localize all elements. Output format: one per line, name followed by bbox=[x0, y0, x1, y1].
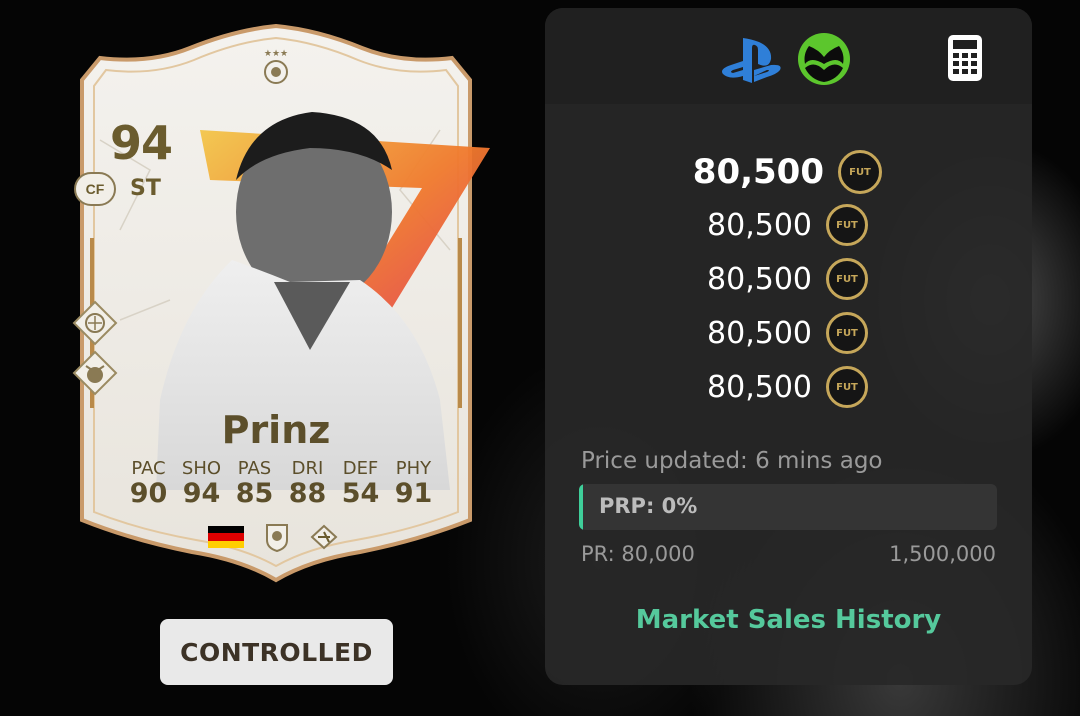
price-row: 80,500 FUT bbox=[707, 204, 868, 246]
prp-progress-bar: PRP: 0% bbox=[579, 484, 997, 530]
stat-label: PHY bbox=[395, 458, 432, 479]
stat-label: PAS bbox=[237, 458, 272, 479]
price-row: 80,500 FUT bbox=[707, 258, 868, 300]
price-updated-text: Price updated: 6 mins ago bbox=[581, 448, 883, 474]
player-card[interactable]: ★★★ 94 CF ST Prinz PAC 90 SHO 94 PAS 85 … bbox=[60, 20, 492, 586]
league-icon bbox=[266, 524, 288, 552]
stat-label: PAC bbox=[131, 458, 166, 479]
prp-label: PRP: 0% bbox=[599, 494, 698, 518]
stat-label: SHO bbox=[181, 458, 222, 479]
germany-flag-icon bbox=[208, 526, 244, 548]
flag-stripe bbox=[208, 526, 244, 534]
market-sales-history-link[interactable]: Market Sales History bbox=[545, 605, 1032, 635]
fut-coin-icon: FUT bbox=[826, 312, 868, 354]
fut-coin-icon: FUT bbox=[826, 258, 868, 300]
stat-sho: SHO 94 bbox=[175, 458, 228, 509]
stat-pas: PAS 85 bbox=[228, 458, 281, 509]
svg-text:★★★: ★★★ bbox=[264, 49, 288, 59]
xbox-icon[interactable] bbox=[797, 32, 851, 86]
player-rating: 94 bbox=[110, 116, 173, 170]
stat-value: 88 bbox=[288, 478, 327, 509]
prp-fill bbox=[579, 484, 584, 530]
price-amount: 80,500 bbox=[707, 369, 812, 405]
flag-stripe bbox=[208, 540, 244, 548]
price-row: 80,500 FUT bbox=[707, 312, 868, 354]
fut-coin-icon: FUT bbox=[826, 366, 868, 408]
fut-coin-icon: FUT bbox=[838, 150, 882, 194]
playstyle-icon bbox=[72, 350, 118, 396]
price-amount: 80,500 bbox=[707, 207, 812, 243]
calculator-icon[interactable] bbox=[947, 34, 983, 82]
stat-value: 54 bbox=[341, 478, 380, 509]
controlled-button[interactable]: CONTROLLED bbox=[160, 619, 393, 685]
stat-label: DEF bbox=[342, 458, 379, 479]
stat-value: 85 bbox=[235, 478, 274, 509]
playstation-icon[interactable] bbox=[721, 36, 783, 86]
stat-value: 91 bbox=[394, 478, 433, 509]
price-row: 80,500 FUT bbox=[707, 366, 868, 408]
alt-position-badge: CF bbox=[74, 172, 116, 206]
player-name: Prinz bbox=[221, 408, 331, 452]
stat-pac: PAC 90 bbox=[122, 458, 175, 509]
price-amount: 80,500 bbox=[707, 261, 812, 297]
player-position: ST bbox=[130, 176, 161, 201]
price-panel: 80,500 FUT 80,500 FUT 80,500 FUT 80,500 … bbox=[545, 8, 1032, 685]
stat-phy: PHY 91 bbox=[387, 458, 440, 509]
stats-row: PAC 90 SHO 94 PAS 85 DRI 88 DEF 54 PHY 9… bbox=[122, 458, 440, 509]
price-amount: 80,500 bbox=[692, 152, 824, 192]
playstyle-icon bbox=[72, 300, 118, 346]
stat-value: 94 bbox=[182, 478, 221, 509]
price-range-min: PR: 80,000 bbox=[581, 542, 695, 566]
price-amount: 80,500 bbox=[707, 315, 812, 351]
flag-stripe bbox=[208, 533, 244, 541]
stat-def: DEF 54 bbox=[334, 458, 387, 509]
stat-dri: DRI 88 bbox=[281, 458, 334, 509]
stat-value: 90 bbox=[129, 478, 168, 509]
club-icon bbox=[310, 524, 338, 550]
fut-coin-icon: FUT bbox=[826, 204, 868, 246]
stat-label: DRI bbox=[291, 458, 324, 479]
main-price: 80,500 FUT bbox=[693, 150, 882, 194]
price-range-max: 1,500,000 bbox=[889, 542, 996, 566]
